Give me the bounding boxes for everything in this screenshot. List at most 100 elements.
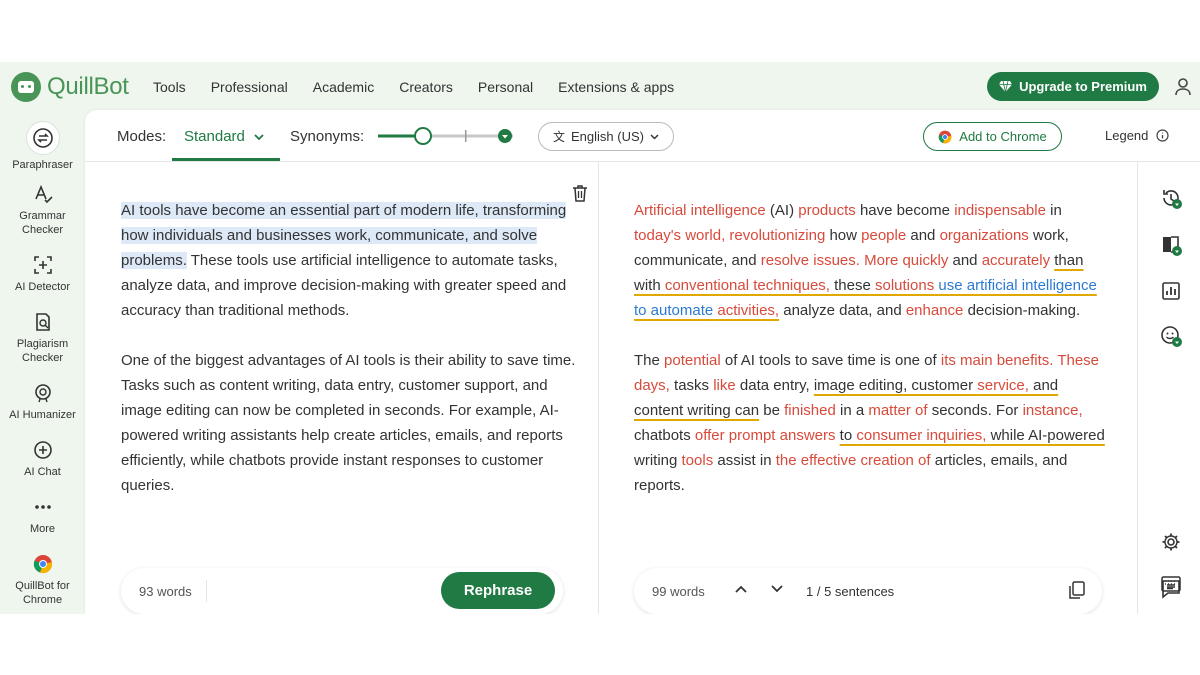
output-word-count: 99 words [652,584,705,599]
sidebar: Paraphraser Grammar Checker AI Detector … [0,117,85,614]
changed-word[interactable]: products [798,202,856,219]
output-text-segment: powered [1047,427,1105,444]
output-paragraph-1: Artificial intelligence (AI) products ha… [634,198,1109,323]
changed-word[interactable]: people [861,227,906,244]
sidebar-item-paraphraser[interactable]: Paraphraser [0,121,85,172]
humanizer-icon [34,384,51,403]
output-text-segment: tasks [669,377,714,394]
changed-word[interactable]: consumer inquiries, [856,427,986,444]
changed-word[interactable]: organizations [940,227,1029,244]
legend-button[interactable]: Legend [1105,128,1169,143]
output-text-segment: chatbots [634,427,695,444]
input-text-area[interactable]: AI tools have become an essential part o… [121,198,576,523]
logo[interactable]: QuillBot [11,72,129,102]
changed-word[interactable]: like [713,377,736,394]
upgrade-button[interactable]: Upgrade to Premium [987,72,1159,101]
upgrade-label: Upgrade to Premium [1019,79,1147,94]
input-footer: 93 words Rephrase [121,568,563,614]
changed-word[interactable]: matter of [868,402,927,419]
sidebar-item-plagiarism[interactable]: Plagiarism Checker [0,311,85,365]
mode-selected: Standard [184,128,245,145]
changed-word[interactable]: offer prompt answers [695,427,836,444]
changed-word[interactable]: activities, [717,302,779,319]
rephrase-button[interactable]: Rephrase [441,572,555,609]
right-rail-divider [1137,162,1138,614]
copy-icon[interactable] [1068,581,1086,600]
user-icon[interactable] [1174,77,1192,97]
chevron-down-icon[interactable] [770,582,784,596]
changed-word[interactable]: instance, [1023,402,1083,419]
changed-word[interactable]: enhance [906,302,964,319]
changed-word[interactable]: service, [977,377,1029,394]
sidebar-item-chrome[interactable]: QuillBot for Chrome [0,553,85,607]
changed-word[interactable]: the effective creation of [776,452,931,469]
output-text-area[interactable]: Artificial intelligence (AI) products ha… [634,198,1109,523]
trash-icon[interactable] [572,184,588,202]
sidebar-item-label: Grammar Checker [19,210,66,236]
output-text-segment: than [1054,252,1084,269]
output-text-segment: The [634,352,665,369]
chevron-down-icon [650,133,659,140]
sidebar-item-more[interactable]: More [0,496,85,536]
history-icon[interactable] [1160,187,1182,209]
output-text-segment: analyze data, and [779,302,906,319]
nav-link-academic[interactable]: Academic [313,79,374,95]
sidebar-item-grammar[interactable]: Grammar Checker [0,183,85,237]
changed-word[interactable]: More quickly [864,252,948,269]
modes-label: Modes: [117,128,167,145]
output-text-segment: assist in [713,452,776,469]
sidebar-item-ai-detector[interactable]: AI Detector [0,254,85,294]
output-text-segment: and [906,227,940,244]
chevron-up-icon[interactable] [734,582,748,596]
nav-link-professional[interactable]: Professional [211,79,288,95]
nav-link-creators[interactable]: Creators [399,79,453,95]
add-to-chrome-label: Add to Chrome [959,129,1047,144]
ai-chat-icon [33,441,52,459]
info-icon [1156,129,1169,142]
output-text-segment: have become [855,202,955,219]
gear-icon[interactable] [1160,531,1182,553]
sidebar-item-label: AI Humanizer [9,409,76,421]
sidebar-item-label: Plagiarism Checker [16,338,69,364]
tone-icon[interactable] [1160,325,1182,347]
changed-word[interactable]: today's world, revolutionizing [634,227,825,244]
input-sentence-rest: These tools use artificial intelligence … [121,252,567,319]
output-text-segment: data entry, [735,377,814,394]
compare-modes-icon[interactable] [1160,234,1182,256]
keyboard-icon[interactable] [1161,576,1181,592]
chrome-icon [33,555,52,574]
nav-link-personal[interactable]: Personal [478,79,533,95]
output-text-segment: with [634,277,665,294]
changed-word[interactable]: Artificial intelligence [634,202,766,219]
output-text-segment: image editing, customer [813,377,978,394]
changed-word[interactable]: finished [784,402,836,419]
changed-word[interactable]: potential [664,352,721,369]
nav-link-tools[interactable]: Tools [153,79,186,95]
sidebar-item-ai-chat[interactable]: AI Chat [0,439,85,479]
changed-word[interactable]: solutions [875,277,934,294]
changed-word[interactable]: resolve issues. [761,252,860,269]
plagiarism-icon [35,313,50,331]
output-text-segment: while AI- [986,427,1048,444]
sidebar-item-label: QuillBot for Chrome [15,580,70,606]
chrome-icon [938,130,952,143]
changed-word[interactable]: accurately [982,252,1050,269]
paraphraser-card: Modes: Standard Synonyms: 文 English (US) [85,110,1200,614]
mode-dropdown[interactable]: Standard [184,128,264,145]
brand-name: QuillBot [47,73,129,100]
changed-word[interactable]: conventional techniques, [665,277,830,294]
statistics-icon[interactable] [1160,280,1182,302]
changed-word[interactable]: its main benefits. [941,352,1054,369]
slider-thumb [414,127,432,145]
changed-word[interactable]: indispensable [954,202,1046,219]
structural-change[interactable]: use artificial intelligence [938,277,1096,294]
paraphraser-icon [32,128,53,148]
sidebar-item-humanizer[interactable]: AI Humanizer [0,382,85,422]
nav-link-extensions[interactable]: Extensions & apps [558,79,674,95]
language-label: English (US) [571,129,644,144]
add-to-chrome-button[interactable]: Add to Chrome [923,122,1062,151]
synonyms-slider[interactable] [378,126,513,146]
language-selector[interactable]: 文 English (US) [538,122,674,151]
structural-change[interactable]: to automate [634,302,713,319]
changed-word[interactable]: tools [682,452,714,469]
